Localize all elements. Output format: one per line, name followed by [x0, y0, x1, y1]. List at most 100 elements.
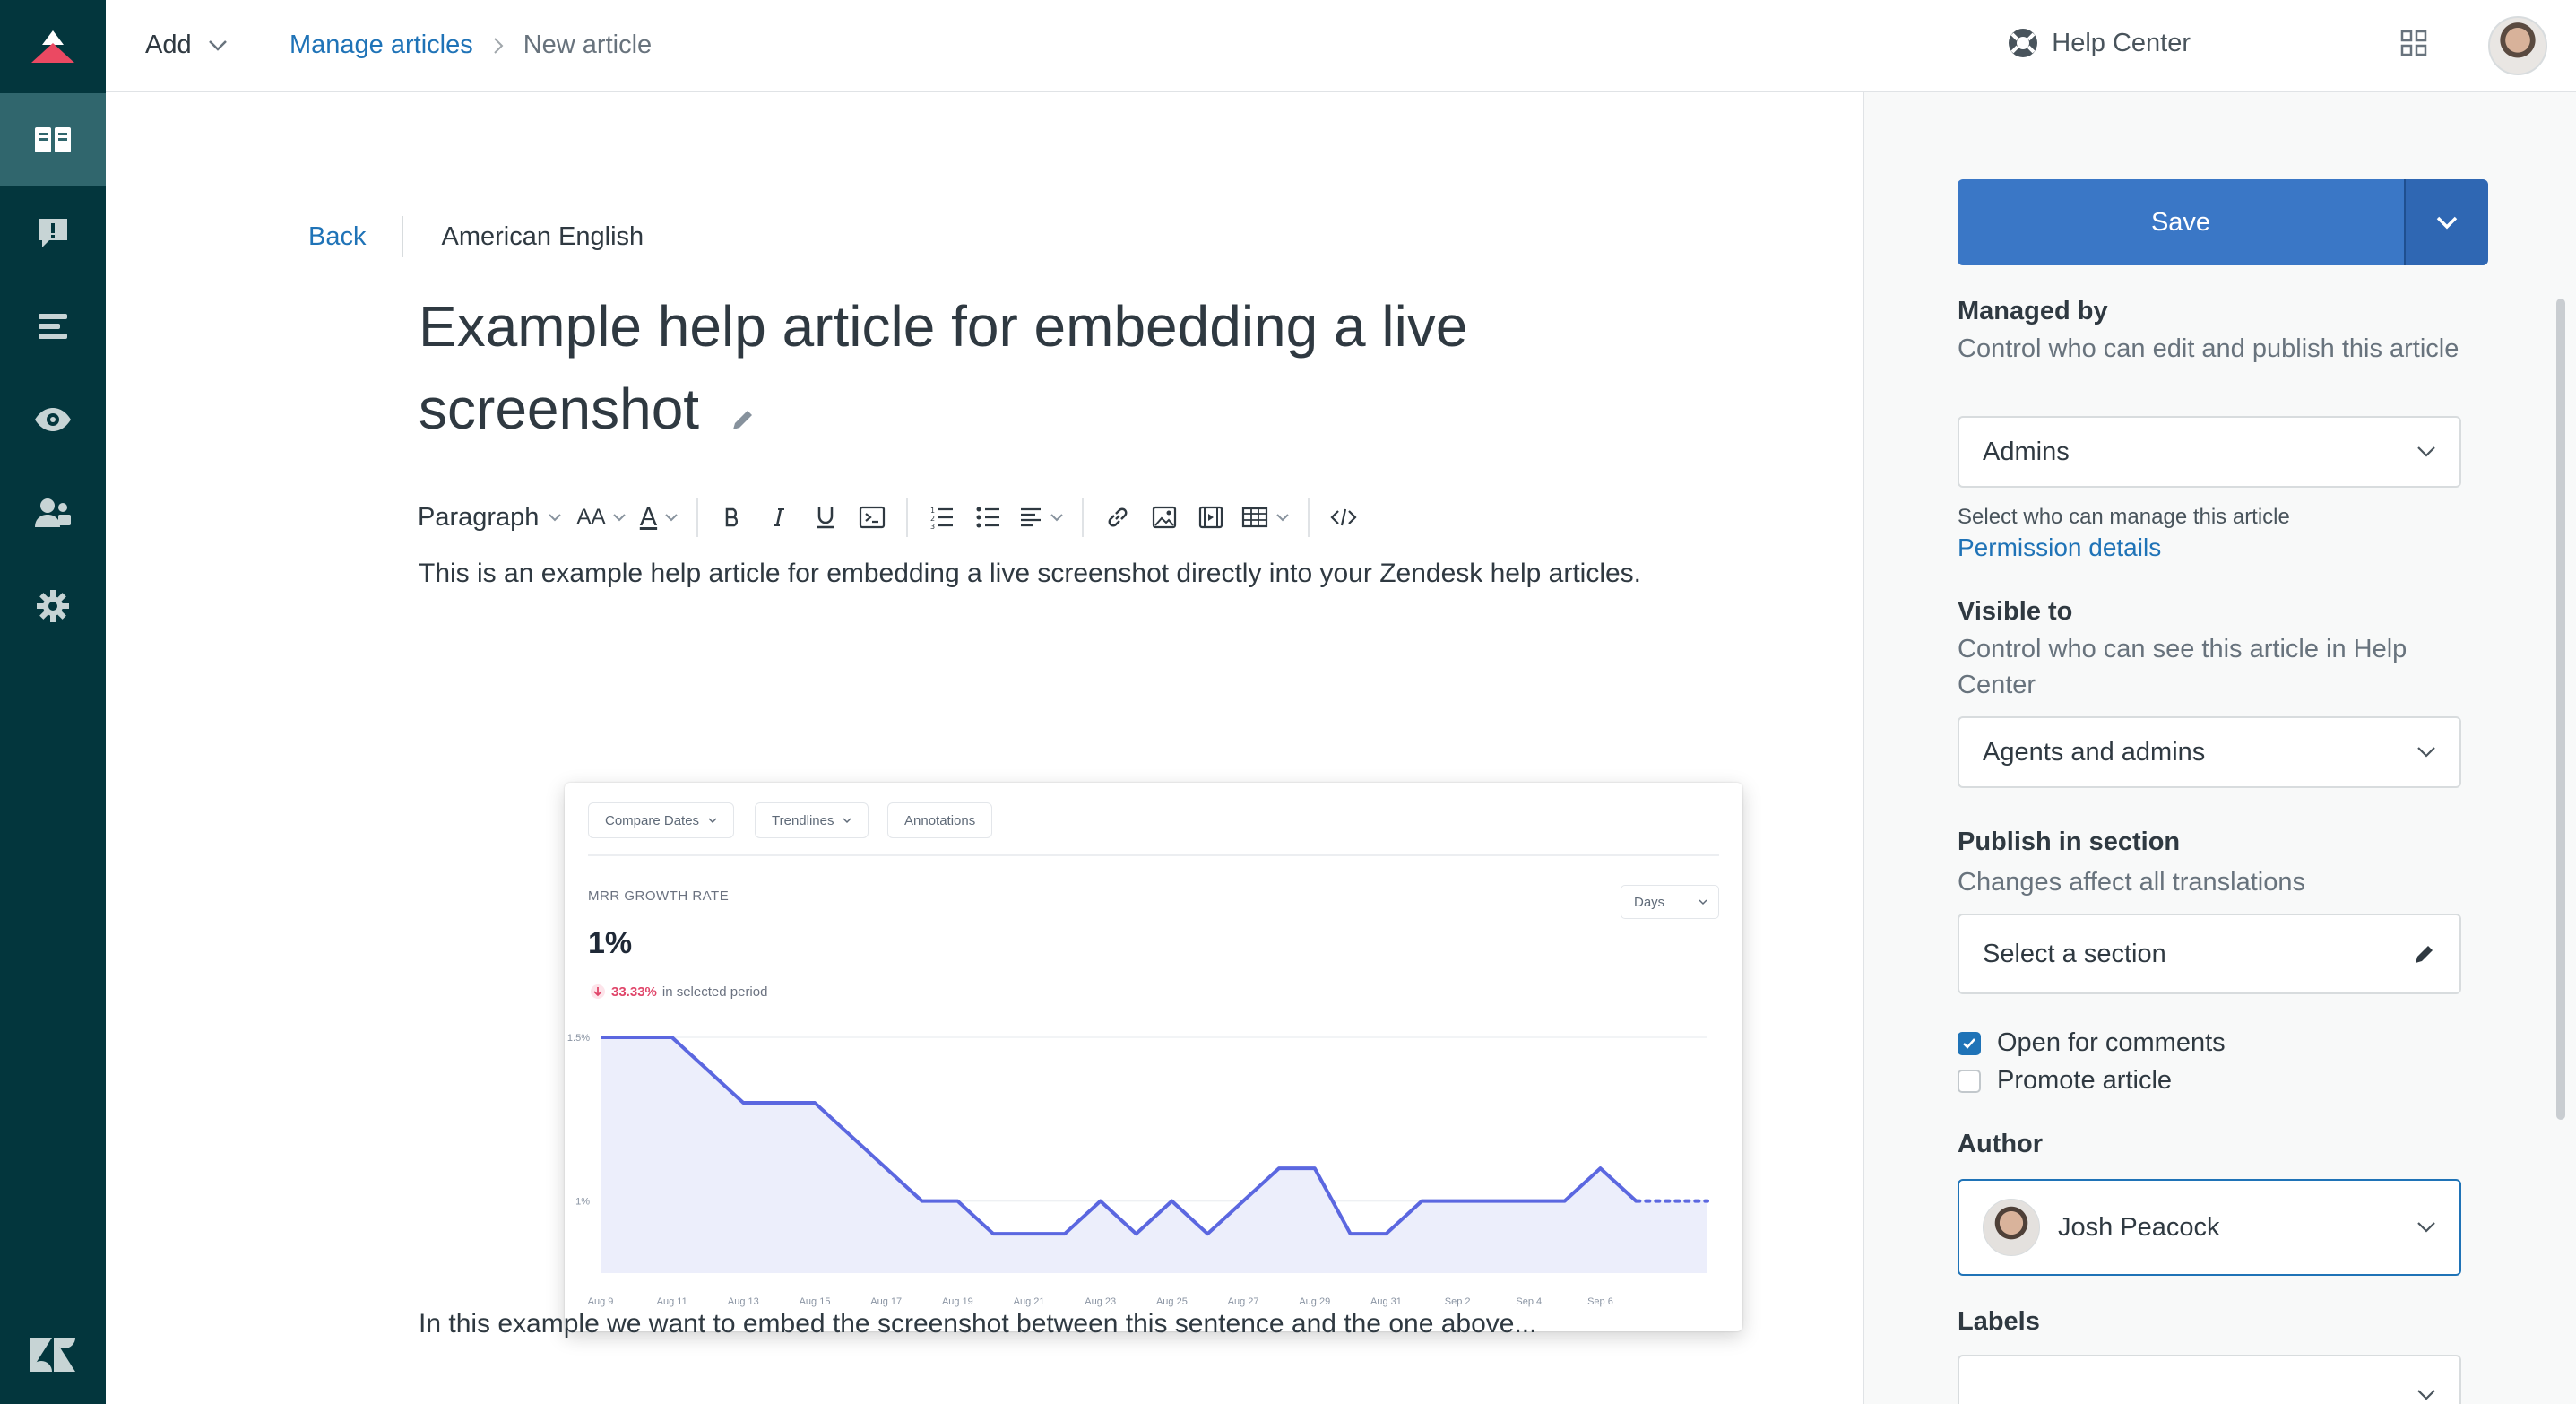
text-color-dropdown[interactable]: A	[639, 494, 686, 541]
add-menu-button[interactable]: Add	[145, 30, 228, 60]
language-label: American English	[441, 221, 644, 251]
managed-by-note: Select who can manage this article	[1958, 505, 2290, 529]
grid-icon	[2400, 30, 2427, 56]
font-size-label: AA	[576, 505, 606, 529]
author-avatar	[1983, 1199, 2040, 1256]
help-center-icon	[2009, 29, 2038, 57]
table-icon	[1242, 507, 1268, 528]
article-paragraph-2[interactable]: In this example we want to embed the scr…	[419, 1303, 1691, 1346]
toolbar-divider	[906, 498, 909, 537]
section-select[interactable]: Select a section	[1958, 914, 2461, 994]
article-editor: Back American English Example help artic…	[106, 92, 1863, 1404]
zendesk-logo-icon[interactable]	[0, 1323, 106, 1386]
open-for-comments-row[interactable]: Open for comments	[1958, 1028, 2226, 1058]
bold-button[interactable]	[709, 494, 756, 541]
left-nav-rail	[0, 0, 106, 1404]
chevron-down-icon	[613, 514, 627, 522]
svg-text:1: 1	[930, 507, 935, 515]
labels-input[interactable]	[1958, 1355, 2461, 1404]
product-tray-button[interactable]	[2400, 30, 2427, 61]
guide-logo-icon[interactable]	[0, 0, 106, 93]
article-paragraph-1[interactable]: This is an example help article for embe…	[419, 552, 1691, 595]
edit-title-pencil-icon[interactable]	[730, 372, 756, 455]
y-tick-label: 1.5%	[567, 1033, 590, 1044]
editor-toolbar: Paragraph AA A 123	[418, 494, 1367, 541]
area-fill	[601, 1037, 1707, 1273]
toolbar-divider	[1082, 498, 1085, 537]
article-title-line1: Example help article for embedding a liv…	[419, 294, 1468, 359]
author-value: Josh Peacock	[2058, 1212, 2220, 1242]
source-code-button[interactable]	[1320, 494, 1367, 541]
open-for-comments-checkbox[interactable]	[1958, 1031, 1981, 1055]
nav-user-permissions-icon[interactable]	[0, 466, 106, 559]
nav-preview-icon[interactable]	[0, 373, 106, 466]
permission-details-link[interactable]: Permission details	[1958, 533, 2161, 562]
article-settings-panel: Save Managed by Control who can edit and…	[1863, 92, 2576, 1404]
align-left-icon	[1021, 507, 1042, 527]
managed-by-hint: Control who can edit and publish this ar…	[1958, 334, 2459, 363]
save-options-button[interactable]	[2404, 179, 2488, 265]
visible-to-select[interactable]: Agents and admins	[1958, 716, 2461, 788]
align-dropdown[interactable]	[1012, 494, 1071, 541]
help-center-label: Help Center	[2052, 28, 2191, 57]
embedded-screenshot[interactable]: Compare Dates Trendlines Annotations MRR…	[565, 783, 1742, 1331]
breadcrumb-current: New article	[523, 30, 653, 59]
visible-to-hint: Control who can see this article in Help…	[1958, 635, 2407, 699]
publish-section-hint: Changes affect all translations	[1958, 868, 2305, 897]
nav-feedback-icon[interactable]	[0, 186, 106, 280]
insert-table-dropdown[interactable]	[1234, 494, 1297, 541]
promote-article-row[interactable]: Promote article	[1958, 1066, 2172, 1096]
back-link[interactable]: Back	[308, 216, 404, 257]
user-avatar[interactable]	[2488, 16, 2547, 75]
insert-link-button[interactable]	[1094, 494, 1141, 541]
insert-image-button[interactable]	[1141, 494, 1188, 541]
save-button[interactable]: Save	[1958, 179, 2404, 265]
nav-settings-icon[interactable]	[0, 559, 106, 653]
underline-button[interactable]	[802, 494, 849, 541]
article-title[interactable]: Example help article for embedding a liv…	[419, 285, 1494, 455]
managed-by-value: Admins	[1983, 437, 2070, 466]
panel-scrollbar[interactable]	[2556, 299, 2565, 1120]
toolbar-divider	[1308, 498, 1310, 537]
chevron-down-icon	[2417, 1390, 2435, 1400]
image-icon	[1153, 506, 1177, 529]
insert-video-button[interactable]	[1188, 494, 1234, 541]
breadcrumb: Manage articles New article	[290, 30, 652, 60]
labels-label: Labels	[1958, 1307, 2040, 1336]
y-tick-label: 1%	[575, 1197, 590, 1208]
bullet-list-icon	[976, 507, 1000, 528]
chevron-down-icon	[2417, 1222, 2435, 1233]
help-center-button[interactable]: Help Center	[2007, 27, 2191, 59]
toolbar-divider	[696, 498, 699, 537]
underline-icon	[817, 507, 834, 529]
mrr-growth-chart: 1.5%1%Aug 9 Aug 11 Aug 13 Aug 15 Aug 17 Aug 1…	[567, 1033, 1709, 1307]
nav-guide-icon[interactable]	[0, 93, 106, 186]
svg-text:3: 3	[930, 523, 935, 529]
promote-article-checkbox[interactable]	[1958, 1069, 1981, 1093]
breadcrumb-manage-articles-link[interactable]: Manage articles	[290, 30, 473, 60]
managed-by-label: Managed by	[1958, 297, 2108, 325]
managed-by-select[interactable]: Admins	[1958, 416, 2461, 488]
bullet-list-button[interactable]	[965, 494, 1012, 541]
numbered-list-button[interactable]: 123	[919, 494, 965, 541]
text-color-label: A	[639, 502, 658, 532]
link-icon	[1109, 507, 1128, 527]
chevron-down-icon	[2436, 216, 2458, 230]
pencil-icon	[2416, 946, 2433, 963]
article-title-line2: screenshot	[419, 377, 700, 441]
paragraph-format-dropdown[interactable]: Paragraph	[418, 494, 576, 541]
author-select[interactable]: Josh Peacock	[1958, 1179, 2461, 1276]
font-size-dropdown[interactable]: AA	[576, 494, 639, 541]
check-icon	[1963, 1037, 1975, 1049]
section-select-value: Select a section	[1983, 939, 2166, 968]
italic-button[interactable]	[756, 494, 802, 541]
nav-arrange-icon[interactable]	[0, 280, 106, 373]
promote-article-label: Promote article	[1997, 1066, 2173, 1095]
visible-to-value: Agents and admins	[1983, 737, 2206, 767]
open-for-comments-label: Open for comments	[1997, 1028, 2226, 1057]
svg-text:2: 2	[930, 515, 935, 523]
chevron-down-icon	[665, 514, 678, 522]
chevron-down-icon	[2417, 747, 2435, 758]
code-block-button[interactable]	[849, 494, 895, 541]
visible-to-label: Visible to	[1958, 597, 2073, 626]
